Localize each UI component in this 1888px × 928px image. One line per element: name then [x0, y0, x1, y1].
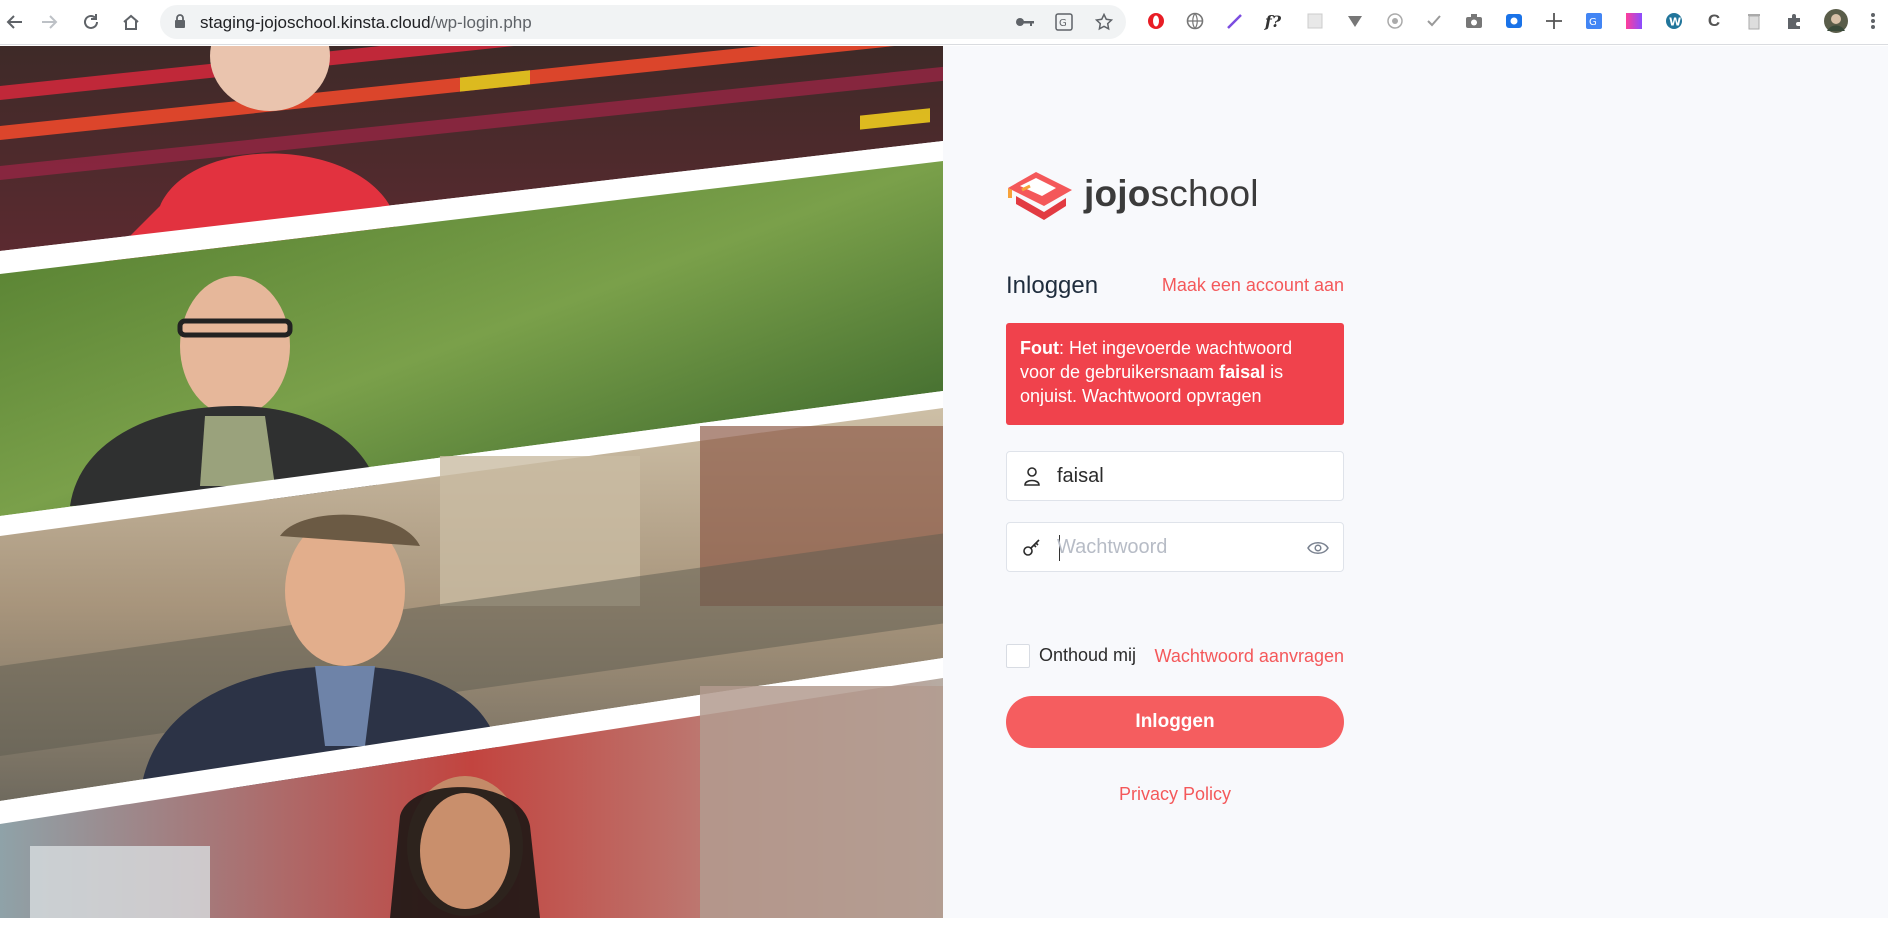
screen-record-icon[interactable] — [1503, 10, 1525, 32]
page-title: Inloggen — [1006, 272, 1099, 299]
trash-icon[interactable] — [1743, 10, 1765, 32]
register-link[interactable]: Maak een account aan — [1162, 275, 1344, 296]
collage-image — [0, 46, 943, 918]
camera-icon[interactable] — [1463, 10, 1485, 32]
globe-icon[interactable] — [1184, 10, 1206, 32]
puzzle-icon[interactable] — [1783, 10, 1805, 32]
url-text[interactable]: staging-jojoschool.kinsta.cloud/wp-login… — [200, 13, 532, 33]
login-panel: jojoschool Inloggen Maak een account aan… — [943, 46, 1888, 918]
gradient-icon[interactable] — [1623, 10, 1645, 32]
privacy-policy-link[interactable]: Privacy Policy — [1006, 784, 1344, 805]
svg-text:G: G — [1059, 18, 1067, 29]
password-input[interactable] — [1057, 531, 1297, 563]
home-icon[interactable] — [118, 9, 144, 35]
bottom-edge — [0, 918, 1888, 928]
remember-me-label[interactable]: Onthoud mij — [1039, 645, 1136, 666]
photo-collage — [0, 46, 943, 918]
svg-text:G: G — [1589, 17, 1597, 28]
reload-icon[interactable] — [78, 9, 104, 35]
lost-password-link[interactable]: Wachtwoord aanvragen — [1155, 646, 1344, 667]
avatar[interactable] — [1823, 8, 1849, 34]
vimeo-icon[interactable] — [1344, 10, 1366, 32]
forward-icon[interactable] — [36, 9, 62, 35]
key-field-icon — [1021, 536, 1043, 558]
login-button[interactable]: Inloggen — [1006, 696, 1344, 748]
bookmark-star-icon[interactable] — [1094, 12, 1114, 32]
translate-page-icon[interactable]: G — [1054, 12, 1074, 32]
remember-me-checkbox[interactable] — [1006, 644, 1030, 668]
graduation-cap-icon — [1008, 172, 1072, 220]
password-field[interactable] — [1006, 522, 1344, 572]
browser-toolbar: staging-jojoschool.kinsta.cloud/wp-login… — [0, 0, 1888, 45]
menu-dots-icon[interactable] — [1862, 10, 1884, 32]
check-icon[interactable] — [1423, 10, 1445, 32]
opera-icon[interactable] — [1145, 10, 1167, 32]
wordpress-icon[interactable]: W — [1663, 10, 1685, 32]
remember-row: Onthoud mij Wachtwoord aanvragen — [1006, 643, 1344, 669]
target-icon[interactable] — [1384, 10, 1406, 32]
move-icon[interactable] — [1543, 10, 1565, 32]
svg-text:W: W — [1669, 16, 1681, 29]
user-icon — [1021, 465, 1043, 487]
c-icon[interactable]: C — [1703, 10, 1725, 32]
address-bar[interactable]: staging-jojoschool.kinsta.cloud/wp-login… — [160, 5, 1126, 39]
jojoschool-logo[interactable]: jojoschool — [1006, 168, 1259, 220]
pen-icon[interactable] — [1224, 10, 1246, 32]
lock-icon[interactable] — [174, 14, 186, 34]
heading-row: Inloggen Maak een account aan — [1006, 270, 1344, 302]
grid-icon[interactable] — [1304, 10, 1326, 32]
key-icon[interactable] — [1015, 12, 1035, 32]
show-password-eye-icon[interactable] — [1307, 537, 1329, 559]
translate-icon[interactable]: G — [1583, 10, 1605, 32]
logo-text: jojoschool — [1084, 173, 1259, 214]
username-field[interactable] — [1006, 451, 1344, 501]
error-message: Fout: Het ingevoerde wachtwoord voor de … — [1006, 323, 1344, 425]
back-icon[interactable] — [2, 9, 28, 35]
font-icon[interactable]: f? — [1262, 10, 1284, 32]
username-input[interactable] — [1057, 460, 1297, 492]
